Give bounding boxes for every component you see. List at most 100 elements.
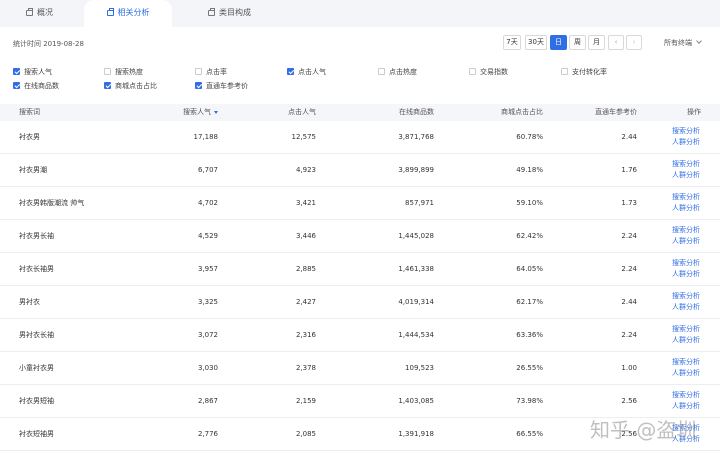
table-row: 衬衣男 17,188 12,575 3,871,768 60.78% 2.44 搜索分析 人群… [0,121,720,154]
metric-checkbox[interactable]: 点击率 [195,68,227,78]
metric-checkbox[interactable]: 交易指数 [469,68,508,78]
search-analysis-link[interactable]: 搜索分析 [672,225,712,236]
metric-label: 搜索人气 [24,68,52,76]
tab-label: 类目构成 [219,8,251,17]
metric-label: 点击人气 [298,68,326,76]
cell-online-products: 857,971 [405,199,434,207]
cell-search-popularity: 3,030 [197,364,218,372]
cell-mall-click-ratio: 62.17% [516,298,543,306]
table-row: 衬衣长袖男 3,957 2,885 1,461,338 64.05% 2.24 搜索分析 人群… [0,253,720,286]
cell-mall-click-ratio: 60.78% [516,133,543,141]
header-online-products[interactable]: 在线商品数 [399,104,434,121]
crowd-analysis-link[interactable]: 人群分析 [672,335,712,346]
header-operation: 操作 [687,108,701,116]
bag-icon [208,8,215,16]
cell-ztc-price: 2.44 [621,298,637,306]
row-operations: 搜索分析 人群分析 [672,324,712,346]
crowd-analysis-link[interactable]: 人群分析 [672,236,712,247]
period-day-button[interactable]: 日 [550,35,567,50]
search-analysis-link[interactable]: 搜索分析 [672,324,712,335]
tab-overview[interactable]: 概况 [26,0,53,27]
search-analysis-link[interactable]: 搜索分析 [672,159,712,170]
crowd-analysis-link[interactable]: 人群分析 [672,170,712,181]
search-analysis-link[interactable]: 搜索分析 [672,390,712,401]
prev-date-button[interactable]: ‹ [608,35,624,50]
checkbox-empty-icon [561,68,568,75]
metric-checkbox[interactable]: 直通车参考价 [195,82,248,92]
tab-category-composition[interactable]: 类目构成 [208,0,251,27]
cell-online-products: 1,445,028 [398,232,434,240]
cell-ztc-price: 1.00 [621,364,637,372]
metric-checkbox[interactable]: 在线商品数 [13,82,59,92]
cell-online-products: 3,899,899 [398,166,434,174]
period-7d-button[interactable]: 7天 [503,35,521,50]
cell-keyword: 衬衣男 [19,133,40,141]
checkbox-empty-icon [378,68,385,75]
metric-checkbox[interactable]: 支付转化率 [561,68,607,78]
tab-related-analysis[interactable]: 相关分析 [84,0,172,27]
crowd-analysis-link[interactable]: 人群分析 [672,137,712,148]
search-analysis-link[interactable]: 搜索分析 [672,192,712,203]
cell-click-popularity: 2,085 [295,430,316,438]
cell-search-popularity: 6,707 [197,166,218,174]
cell-keyword: 男衬衣长袖 [19,331,54,339]
header-ztc-price[interactable]: 直通车参考价 [595,104,637,121]
cell-click-popularity: 2,885 [295,265,316,273]
checkbox-empty-icon [195,68,202,75]
checkbox-checked-icon [287,68,294,75]
metric-checkbox[interactable]: 点击人气 [287,68,326,78]
crowd-analysis-link[interactable]: 人群分析 [672,401,712,412]
row-operations: 搜索分析 人群分析 [672,291,712,313]
next-date-button[interactable]: › [626,35,642,50]
crowd-analysis-link[interactable]: 人群分析 [672,203,712,214]
cell-ztc-price: 1.76 [621,166,637,174]
cell-ztc-price: 2.24 [621,232,637,240]
metric-checkbox[interactable]: 搜索热度 [104,68,143,78]
checkbox-checked-icon [13,68,20,75]
search-analysis-link[interactable]: 搜索分析 [672,291,712,302]
crowd-analysis-link[interactable]: 人群分析 [672,368,712,379]
checkbox-empty-icon [104,68,111,75]
cell-ztc-price: 2.24 [621,331,637,339]
crowd-analysis-link[interactable]: 人群分析 [672,269,712,280]
checkbox-checked-icon [104,82,111,89]
cell-search-popularity: 4,702 [197,199,218,207]
checkbox-checked-icon [13,82,20,89]
chevron-down-icon [696,38,702,44]
metric-checkbox[interactable]: 点击热度 [378,68,417,78]
cell-ztc-price: 2.24 [621,265,637,273]
tab-label: 相关分析 [117,8,150,17]
period-month-button[interactable]: 月 [588,35,605,50]
header-click-popularity[interactable]: 点击人气 [288,104,316,121]
bag-icon [106,8,114,16]
checkbox-checked-icon [195,82,202,89]
search-analysis-link[interactable]: 搜索分析 [672,357,712,368]
table-row: 男衬衣 3,325 2,427 4,019,314 62.17% 2.44 搜索分析 人群分析 [0,286,720,319]
metric-label: 商城点击占比 [115,82,157,90]
metric-label: 支付转化率 [572,68,607,76]
row-operations: 搜索分析 人群分析 [672,225,712,247]
period-week-button[interactable]: 周 [569,35,586,50]
cell-keyword: 小童衬衣男 [19,364,54,372]
search-analysis-link[interactable]: 搜索分析 [672,258,712,269]
terminal-select[interactable]: 所有终端 [664,38,702,48]
row-operations: 搜索分析 人群分析 [672,159,712,181]
cell-online-products: 1,391,918 [398,430,434,438]
cell-keyword: 衬衣长袖男 [19,265,54,273]
header-search-popularity[interactable]: 搜索人气 [183,104,218,121]
crowd-analysis-link[interactable]: 人群分析 [672,302,712,313]
header-mall-click-ratio[interactable]: 商城点击占比 [501,104,543,121]
search-analysis-link[interactable]: 搜索分析 [672,126,712,137]
metric-checkbox[interactable]: 商城点击占比 [104,82,157,92]
cell-search-popularity: 2,776 [197,430,218,438]
cell-online-products: 109,523 [405,364,434,372]
period-30d-button[interactable]: 30天 [525,35,547,50]
sort-desc-icon [214,111,218,114]
watermark: 知乎 @盗圳 [590,418,697,442]
stat-time: 统计时间 2019-08-28 [13,40,84,48]
metric-checkbox[interactable]: 搜索人气 [13,68,52,78]
cell-click-popularity: 2,378 [295,364,316,372]
cell-search-popularity: 17,188 [193,133,219,141]
cell-keyword: 衬衣男韩版潮流 帅气 [19,199,85,207]
tab-label: 概况 [37,8,53,17]
